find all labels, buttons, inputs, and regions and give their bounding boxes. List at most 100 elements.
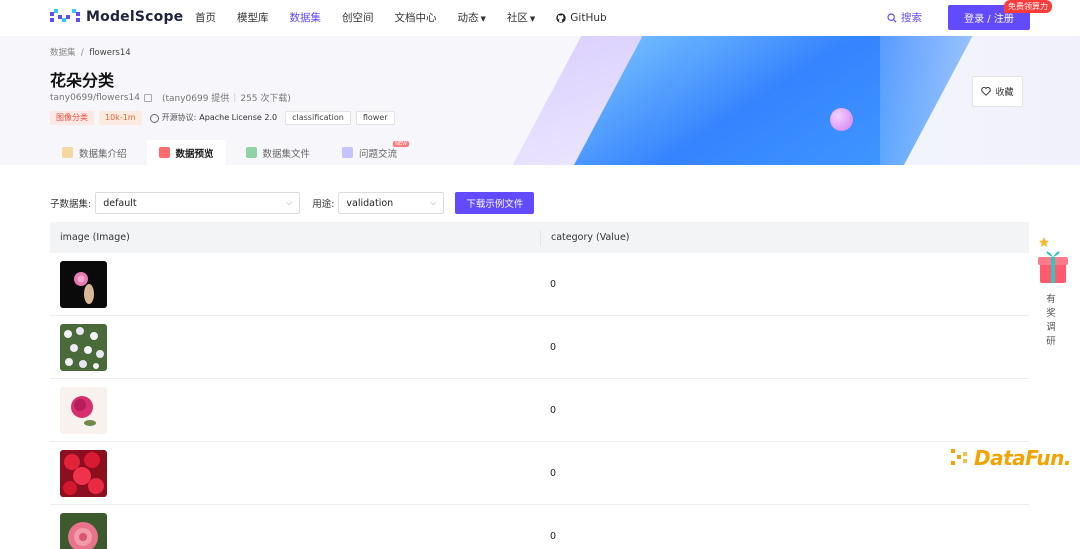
nav-news[interactable]: 动态 ▼	[458, 10, 486, 25]
breadcrumb-current: flowers14	[89, 48, 131, 58]
meta-separator: |	[233, 92, 237, 103]
modelscope-logo[interactable]: ModelScope	[50, 9, 183, 25]
tag-size[interactable]: 10k-1m	[99, 111, 142, 125]
copy-icon[interactable]	[143, 93, 152, 102]
image-cell	[50, 323, 540, 371]
table-header: image (Image) category (Value)	[50, 222, 1029, 253]
search-label: 搜索	[901, 12, 922, 24]
subset-select[interactable]: default ⌵	[95, 192, 301, 214]
tab-intro[interactable]: 数据集介绍	[50, 140, 139, 165]
nav-docs[interactable]: 文档中心	[395, 10, 437, 25]
survey-label: 有奖调研	[1046, 294, 1056, 347]
heart-icon	[981, 87, 992, 96]
chevron-down-icon: ⌵	[286, 198, 293, 207]
flower-thumbnail[interactable]	[60, 449, 107, 497]
datafun-text: DataFun.	[974, 446, 1071, 470]
flower-thumbnail[interactable]	[60, 513, 107, 549]
nav-studios[interactable]: 创空间	[342, 10, 374, 25]
subset-value: default	[103, 197, 137, 209]
category-cell: 0	[550, 341, 557, 353]
datafun-logo-icon	[951, 449, 967, 465]
column-header-image: image (Image)	[60, 232, 130, 243]
subset-label: 子数据集:	[50, 199, 92, 210]
tag-flower[interactable]: flower	[355, 111, 395, 125]
nav-datasets[interactable]: 数据集	[290, 10, 322, 25]
nav-news-label: 动态	[457, 12, 479, 24]
table-row: 0	[50, 316, 1029, 379]
split-select[interactable]: validation ⌵	[338, 192, 445, 214]
tab-discussion[interactable]: 问题交流 NEW	[330, 140, 410, 165]
caret-down-icon: ▼	[480, 15, 486, 23]
dataset-meta: tany0699/flowers14 (tany0699 提供 | 255 次下…	[50, 91, 291, 105]
nav-github[interactable]: GitHub	[556, 10, 607, 25]
datafun-watermark: DataFun.	[951, 446, 1071, 470]
github-icon	[556, 12, 566, 23]
license-icon	[149, 113, 159, 123]
tab-intro-label: 数据集介绍	[79, 148, 127, 160]
caret-down-icon: ▼	[529, 15, 536, 23]
split-value: validation	[346, 197, 394, 209]
main-nav: 首页 模型库 数据集 创空间 文档中心 动态 ▼ 社区 ▼ GitHub	[195, 10, 628, 25]
logo-icon	[50, 9, 80, 22]
flower-thumbnail[interactable]	[60, 260, 107, 308]
top-navbar: ModelScope 首页 模型库 数据集 创空间 文档中心 动态 ▼ 社区 ▼ G…	[0, 0, 1080, 36]
preview-table: image (Image) category (Value) 0 0 0 0 0	[50, 222, 1029, 549]
nav-home[interactable]: 首页	[195, 10, 216, 25]
table-row: 0	[50, 442, 1029, 505]
download-count: 255 次下载)	[240, 94, 291, 104]
table-row: 0	[50, 379, 1029, 442]
breadcrumb: 数据集 / flowers14	[50, 46, 131, 58]
search-icon	[887, 12, 897, 23]
tag-task[interactable]: 图像分类	[50, 111, 94, 125]
image-cell	[50, 386, 540, 434]
tab-preview[interactable]: 数据预览	[146, 140, 226, 165]
nav-community-label: 社区	[506, 12, 528, 24]
tab-files[interactable]: 数据集文件	[234, 140, 323, 165]
book-icon	[158, 147, 170, 158]
category-cell: 0	[550, 467, 557, 479]
table-row: 0	[50, 253, 1029, 316]
tab-preview-label: 数据预览	[175, 148, 214, 160]
tab-discussion-label: 问题交流	[359, 148, 398, 160]
tag-classification[interactable]: classification	[285, 111, 351, 125]
promo-badge[interactable]: 免费领算力	[1004, 0, 1052, 13]
gift-icon	[1038, 237, 1068, 283]
download-sample-button[interactable]: 下载示例文件	[455, 192, 535, 214]
logo-text: ModelScope	[86, 9, 184, 25]
split-label: 用途:	[312, 199, 335, 210]
table-row: 0	[50, 505, 1029, 549]
new-badge: NEW	[393, 141, 410, 147]
image-cell	[50, 260, 540, 308]
image-cell	[50, 449, 540, 497]
tag-list: 图像分类 10k-1m 开源协议: Apache License 2.0 cla…	[50, 111, 395, 125]
tag-license[interactable]: 开源协议: Apache License 2.0	[147, 111, 281, 125]
repo-id: tany0699/flowers14	[50, 92, 140, 103]
category-cell: 0	[550, 278, 557, 290]
favorite-button[interactable]: 收藏	[972, 76, 1023, 107]
category-cell: 0	[550, 531, 557, 542]
provider[interactable]: (tany0699 提供	[162, 91, 229, 104]
license-prefix: 开源协议:	[161, 113, 197, 122]
nav-community[interactable]: 社区 ▼	[507, 10, 535, 25]
chevron-down-icon: ⌵	[430, 198, 437, 207]
github-label: GitHub	[570, 11, 607, 24]
favorite-label: 收藏	[995, 88, 1014, 98]
tab-files-label: 数据集文件	[262, 148, 311, 160]
preview-filters: 子数据集: default ⌵ 用途: validation ⌵ 下载示例文件	[50, 192, 535, 214]
search-button[interactable]: 搜索	[887, 10, 922, 25]
flower-thumbnail[interactable]	[60, 323, 107, 371]
box-icon	[62, 147, 73, 158]
license-name: Apache License 2.0	[199, 113, 278, 122]
dataset-tabs: 数据集介绍 数据预览 数据集文件 问题交流 NEW	[50, 140, 417, 165]
image-cell	[50, 513, 540, 549]
category-cell: 0	[550, 404, 557, 416]
column-header-category: category (Value)	[540, 229, 630, 246]
chat-icon	[342, 147, 354, 158]
nav-models[interactable]: 模型库	[237, 10, 269, 25]
breadcrumb-separator: /	[80, 48, 84, 58]
breadcrumb-datasets[interactable]: 数据集	[50, 48, 76, 58]
survey-widget[interactable]: 有奖调研	[1031, 233, 1073, 353]
paper-plane-icon	[245, 147, 257, 158]
dataset-hero: 数据集 / flowers14 花朵分类 tany0699/flowers14 …	[0, 36, 1080, 165]
flower-thumbnail[interactable]	[60, 386, 107, 434]
